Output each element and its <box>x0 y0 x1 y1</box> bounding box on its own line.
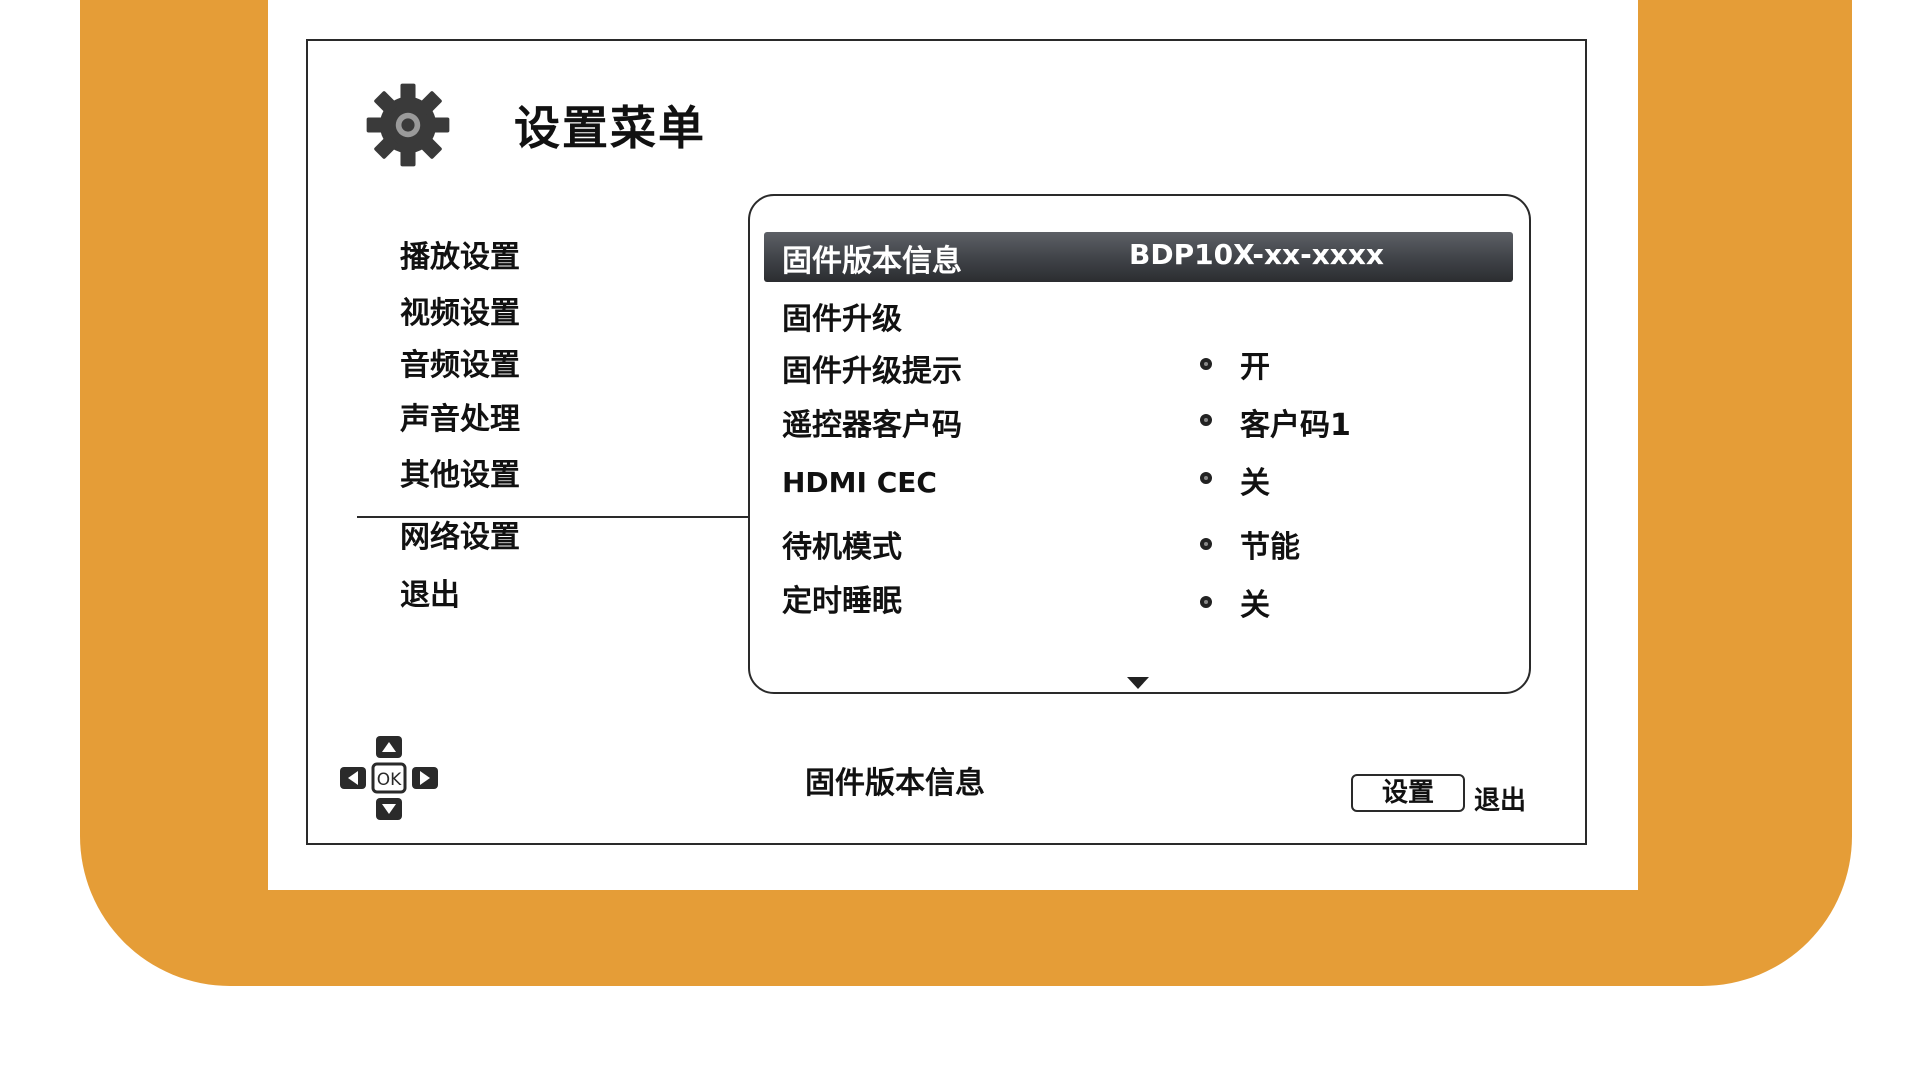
svg-text:OK: OK <box>377 770 402 790</box>
row-standby-mode-label[interactable]: 待机模式 <box>782 522 902 566</box>
row-sleep-timer-bullet <box>1200 596 1212 608</box>
row-firmware-upgrade-label[interactable]: 固件升级 <box>782 294 902 338</box>
gear-icon <box>366 83 450 167</box>
menu-item-exit[interactable]: 退出 <box>400 570 460 614</box>
row-hdmi-cec-label[interactable]: HDMI CEC <box>782 466 937 499</box>
help-text: 固件版本信息 <box>805 766 985 801</box>
row-standby-mode-bullet <box>1200 538 1212 550</box>
setup-button[interactable]: 设置 <box>1351 774 1465 812</box>
down-arrow-icon[interactable] <box>1127 677 1149 689</box>
menu-item-network[interactable]: 网络设置 <box>400 512 520 556</box>
row-firmware-version-label[interactable]: 固件版本信息 <box>782 236 962 280</box>
row-firmware-version-value: BDP10X-xx-xxxx <box>1129 238 1384 271</box>
row-upgrade-prompt-bullet <box>1200 358 1212 370</box>
row-remote-code-label[interactable]: 遥控器客户码 <box>782 400 962 444</box>
row-standby-mode-value[interactable]: 节能 <box>1240 522 1300 566</box>
menu-item-sound-processing[interactable]: 声音处理 <box>400 394 520 438</box>
row-hdmi-cec-value[interactable]: 关 <box>1240 458 1270 502</box>
row-upgrade-prompt-label[interactable]: 固件升级提示 <box>782 346 962 390</box>
menu-item-audio[interactable]: 音频设置 <box>400 340 520 384</box>
menu-item-other[interactable]: 其他设置 <box>400 450 520 494</box>
row-sleep-timer-value[interactable]: 关 <box>1240 580 1270 624</box>
menu-divider <box>357 516 749 518</box>
row-hdmi-cec-bullet <box>1200 472 1212 484</box>
row-sleep-timer-label[interactable]: 定时睡眠 <box>782 576 902 620</box>
menu-item-video[interactable]: 视频设置 <box>400 288 520 332</box>
page-title: 设置菜单 <box>514 101 706 155</box>
exit-label: 退出 <box>1474 786 1527 816</box>
row-upgrade-prompt-value[interactable]: 开 <box>1240 342 1270 386</box>
row-remote-code-bullet <box>1200 414 1212 426</box>
row-remote-code-value[interactable]: 客户码1 <box>1240 400 1351 444</box>
dpad-ok-icon: OK <box>340 736 438 820</box>
menu-item-playback[interactable]: 播放设置 <box>400 232 520 276</box>
